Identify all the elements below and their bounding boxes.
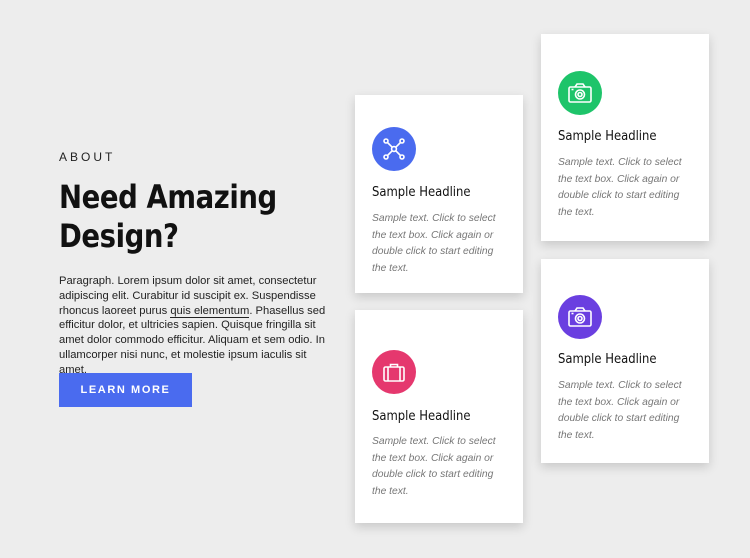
feature-card-4[interactable]: Sample Headline Sample text. Click to se… — [541, 259, 709, 463]
paragraph-link[interactable]: quis elementum — [170, 304, 250, 318]
card-headline: Sample Headline — [558, 128, 657, 144]
briefcase-icon — [383, 363, 405, 382]
card-text: Sample text. Click to select the text bo… — [372, 213, 496, 274]
card-text: Sample text. Click to select the text bo… — [372, 436, 496, 497]
feature-card-3[interactable]: Sample Headline Sample text. Click to se… — [355, 310, 523, 523]
camera-icon — [568, 83, 592, 103]
intro-paragraph: Paragraph. Lorem ipsum dolor sit amet, c… — [59, 274, 331, 378]
card-text: Sample text. Click to select the text bo… — [558, 157, 682, 218]
feature-card-1[interactable]: Sample Headline Sample text. Click to se… — [355, 95, 523, 293]
card-headline: Sample Headline — [372, 184, 471, 200]
learn-more-button[interactable]: LEARN MORE — [59, 373, 192, 407]
page-title: Need Amazing Design? — [59, 178, 343, 256]
card-text: Sample text. Click to select the text bo… — [558, 380, 682, 441]
card-icon-circle — [558, 71, 602, 115]
card-headline: Sample Headline — [372, 408, 471, 424]
card-headline: Sample Headline — [558, 351, 657, 367]
camera-icon — [568, 307, 592, 327]
network-icon — [383, 138, 405, 160]
card-icon-circle — [372, 127, 416, 171]
card-icon-circle — [372, 350, 416, 394]
card-icon-circle — [558, 295, 602, 339]
feature-card-2[interactable]: Sample Headline Sample text. Click to se… — [541, 34, 709, 241]
about-section: ABOUT Need Amazing Design? Paragraph. Lo… — [59, 150, 331, 407]
title-line-1: Need Amazing — [59, 178, 277, 216]
title-line-2: Design? — [59, 217, 179, 255]
section-eyebrow: ABOUT — [59, 150, 116, 164]
